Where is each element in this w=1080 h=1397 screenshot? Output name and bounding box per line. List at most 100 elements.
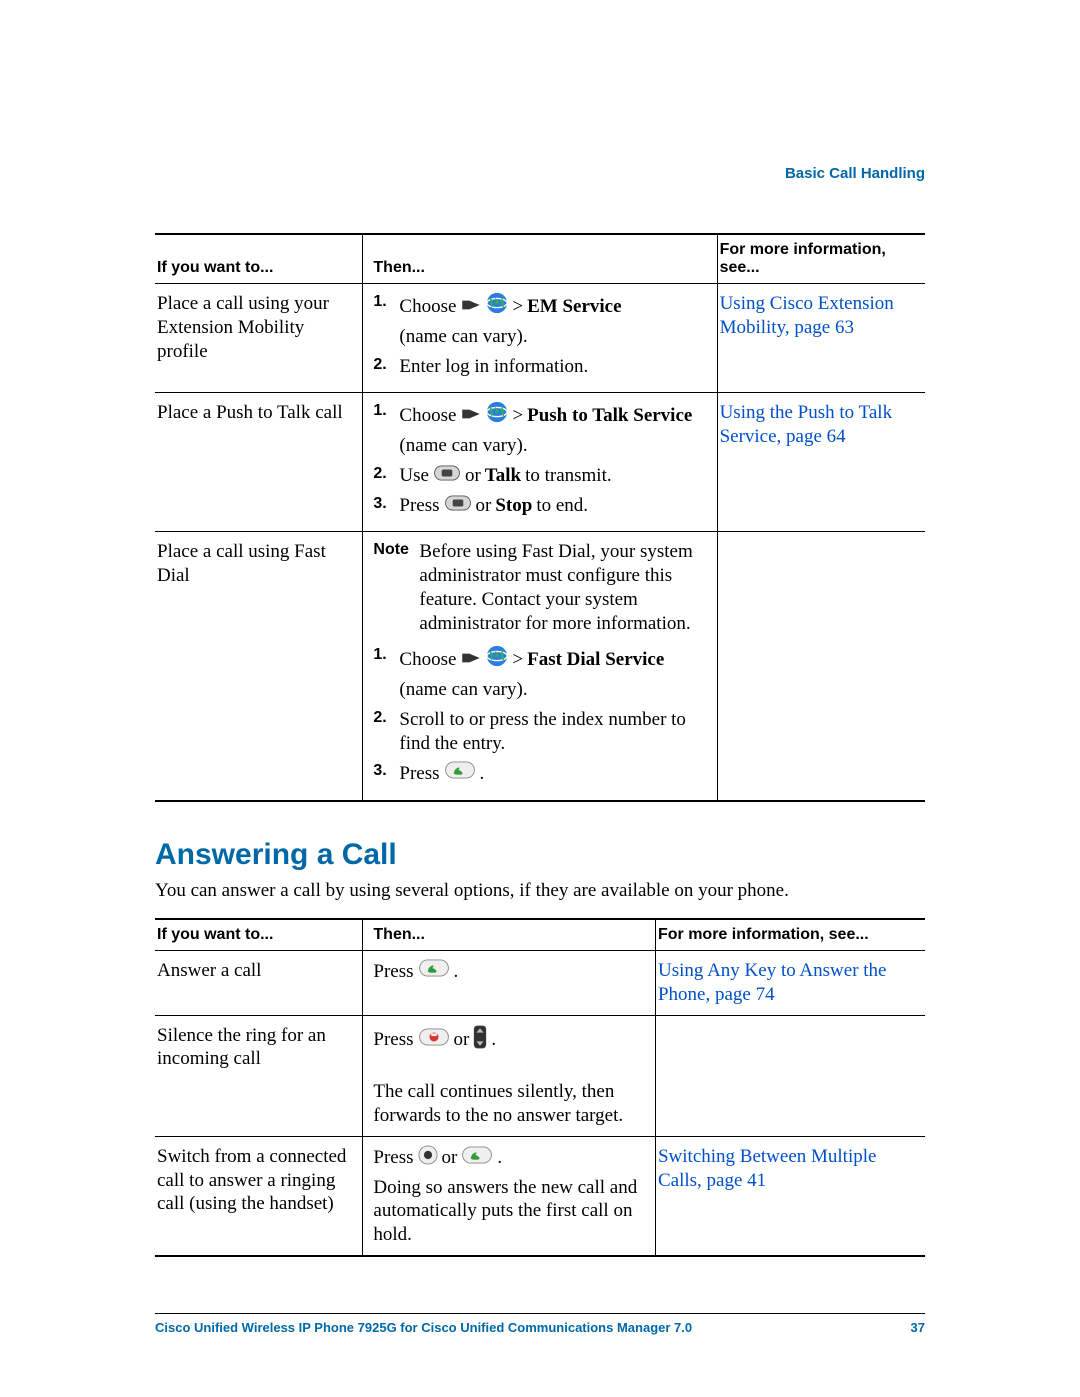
table-row: Silence the ring for an incoming call Pr…	[155, 1015, 925, 1136]
step-text: Use	[399, 464, 429, 488]
step-number: 3.	[373, 761, 399, 781]
globe-icon	[486, 292, 508, 321]
step-text: (name can vary).	[399, 678, 527, 702]
table-answering: If you want to... Then... For more infor…	[155, 918, 925, 1257]
call-button-icon	[418, 959, 450, 984]
cell-task: Place a Push to Talk call	[155, 393, 363, 532]
table-row: Switch from a connected call to answer a…	[155, 1136, 925, 1256]
cell-link: Using the Push to Talk Service, page 64	[717, 393, 925, 532]
section-title: Answering a Call	[155, 838, 925, 872]
cross-ref-link[interactable]: Switching Between Multiple Calls, page 4…	[658, 1146, 876, 1191]
step-text: or	[454, 1028, 470, 1052]
step-text: The call continues silently, then forwar…	[373, 1080, 645, 1128]
step-text: >	[512, 648, 523, 672]
cell-then: Press or . The call continues silently, …	[363, 1015, 656, 1136]
step-text: (name can vary).	[399, 325, 527, 349]
table-row: Place a call using your Extension Mobili…	[155, 284, 925, 393]
col-header: Then...	[363, 234, 717, 284]
table-call-tasks: If you want to... Then... For more infor…	[155, 233, 925, 802]
step-text: .	[491, 1028, 496, 1052]
footer-title: Cisco Unified Wireless IP Phone 7925G fo…	[155, 1320, 692, 1335]
step-text: Choose	[399, 295, 456, 319]
page-footer: Cisco Unified Wireless IP Phone 7925G fo…	[155, 1313, 925, 1335]
cell-link: Using Any Key to Answer the Phone, page …	[655, 951, 925, 1016]
step-text: Press	[373, 1028, 413, 1052]
step-text: .	[454, 960, 459, 984]
step-text: Press	[373, 960, 413, 984]
speaker-icon	[460, 404, 482, 428]
cell-task: Silence the ring for an incoming call	[155, 1015, 363, 1136]
step-text: Press	[373, 1146, 413, 1170]
globe-icon	[486, 645, 508, 674]
cell-then: 1. Choose > Push to Talk Service (name c…	[363, 393, 717, 532]
step-number: 1.	[373, 645, 399, 665]
call-button-icon	[444, 761, 476, 786]
globe-icon	[486, 401, 508, 430]
step-text: or	[465, 464, 481, 488]
cell-task: Place a call using Fast Dial	[155, 532, 363, 801]
cell-task: Answer a call	[155, 951, 363, 1016]
note-text: Before using Fast Dial, your system admi…	[415, 540, 706, 635]
col-header: Then...	[363, 919, 656, 951]
step-text: to end.	[536, 494, 588, 518]
step-text: >	[512, 295, 523, 319]
step-text-bold: Push to Talk Service	[527, 404, 692, 428]
cell-then: 1. Choose > EM Service (name can vary). …	[363, 284, 717, 393]
cell-then: Press .	[363, 951, 656, 1016]
step-text: .	[497, 1146, 502, 1170]
cell-task: Switch from a connected call to answer a…	[155, 1136, 363, 1256]
col-header: If you want to...	[155, 234, 363, 284]
cell-link: Using Cisco Extension Mobility, page 63	[717, 284, 925, 393]
section-header: Basic Call Handling	[155, 165, 925, 188]
cross-ref-link[interactable]: Using the Push to Talk Service, page 64	[720, 402, 893, 447]
cell-link: Switching Between Multiple Calls, page 4…	[655, 1136, 925, 1256]
step-text: (name can vary).	[399, 434, 527, 458]
side-button-icon	[444, 494, 472, 518]
speaker-icon	[460, 295, 482, 319]
side-button-icon	[433, 464, 461, 488]
cell-then: Note Before using Fast Dial, your system…	[363, 532, 717, 801]
select-button-icon	[418, 1145, 438, 1172]
volume-down-icon	[473, 1024, 487, 1057]
call-button-icon	[461, 1146, 493, 1171]
step-text: Scroll to or press the index number to f…	[399, 708, 706, 756]
col-header: If you want to...	[155, 919, 363, 951]
step-number: 3.	[373, 494, 399, 514]
section-intro: You can answer a call by using several o…	[155, 880, 925, 902]
note-label: Note	[373, 540, 415, 560]
step-text: to transmit.	[525, 464, 612, 488]
table-row: Place a call using Fast Dial Note Before…	[155, 532, 925, 801]
step-text: Doing so answers the new call and automa…	[373, 1176, 645, 1247]
step-text: .	[480, 762, 485, 786]
col-header: For more information, see...	[655, 919, 925, 951]
step-text: Choose	[399, 648, 456, 672]
cross-ref-link[interactable]: Using Cisco Extension Mobility, page 63	[720, 293, 894, 338]
step-text: Enter log in information.	[399, 355, 706, 379]
speaker-icon	[460, 648, 482, 672]
step-text-bold: Talk	[485, 464, 521, 488]
step-number: 2.	[373, 355, 399, 375]
cell-link	[717, 532, 925, 801]
step-text: Choose	[399, 404, 456, 428]
step-number: 2.	[373, 464, 399, 484]
step-text-bold: Fast Dial Service	[527, 648, 664, 672]
table-row: Answer a call Press . Using Any Key to A…	[155, 951, 925, 1016]
step-text: Press	[399, 762, 439, 786]
cell-task: Place a call using your Extension Mobili…	[155, 284, 363, 393]
page-number: 37	[911, 1320, 925, 1335]
step-text: or	[476, 494, 492, 518]
col-header: For more information, see...	[717, 234, 925, 284]
cell-then: Press or . Doing so answers the new call…	[363, 1136, 656, 1256]
step-text: or	[442, 1146, 458, 1170]
cell-link	[655, 1015, 925, 1136]
step-text-bold: EM Service	[527, 295, 621, 319]
step-number: 1.	[373, 292, 399, 312]
table-row: Place a Push to Talk call 1. Choose > Pu…	[155, 393, 925, 532]
cross-ref-link[interactable]: Using Any Key to Answer the Phone, page …	[658, 960, 887, 1005]
step-number: 1.	[373, 401, 399, 421]
step-text: >	[512, 404, 523, 428]
step-number: 2.	[373, 708, 399, 728]
step-text-bold: Stop	[495, 494, 532, 518]
step-text: Press	[399, 494, 439, 518]
end-call-icon	[418, 1028, 450, 1053]
